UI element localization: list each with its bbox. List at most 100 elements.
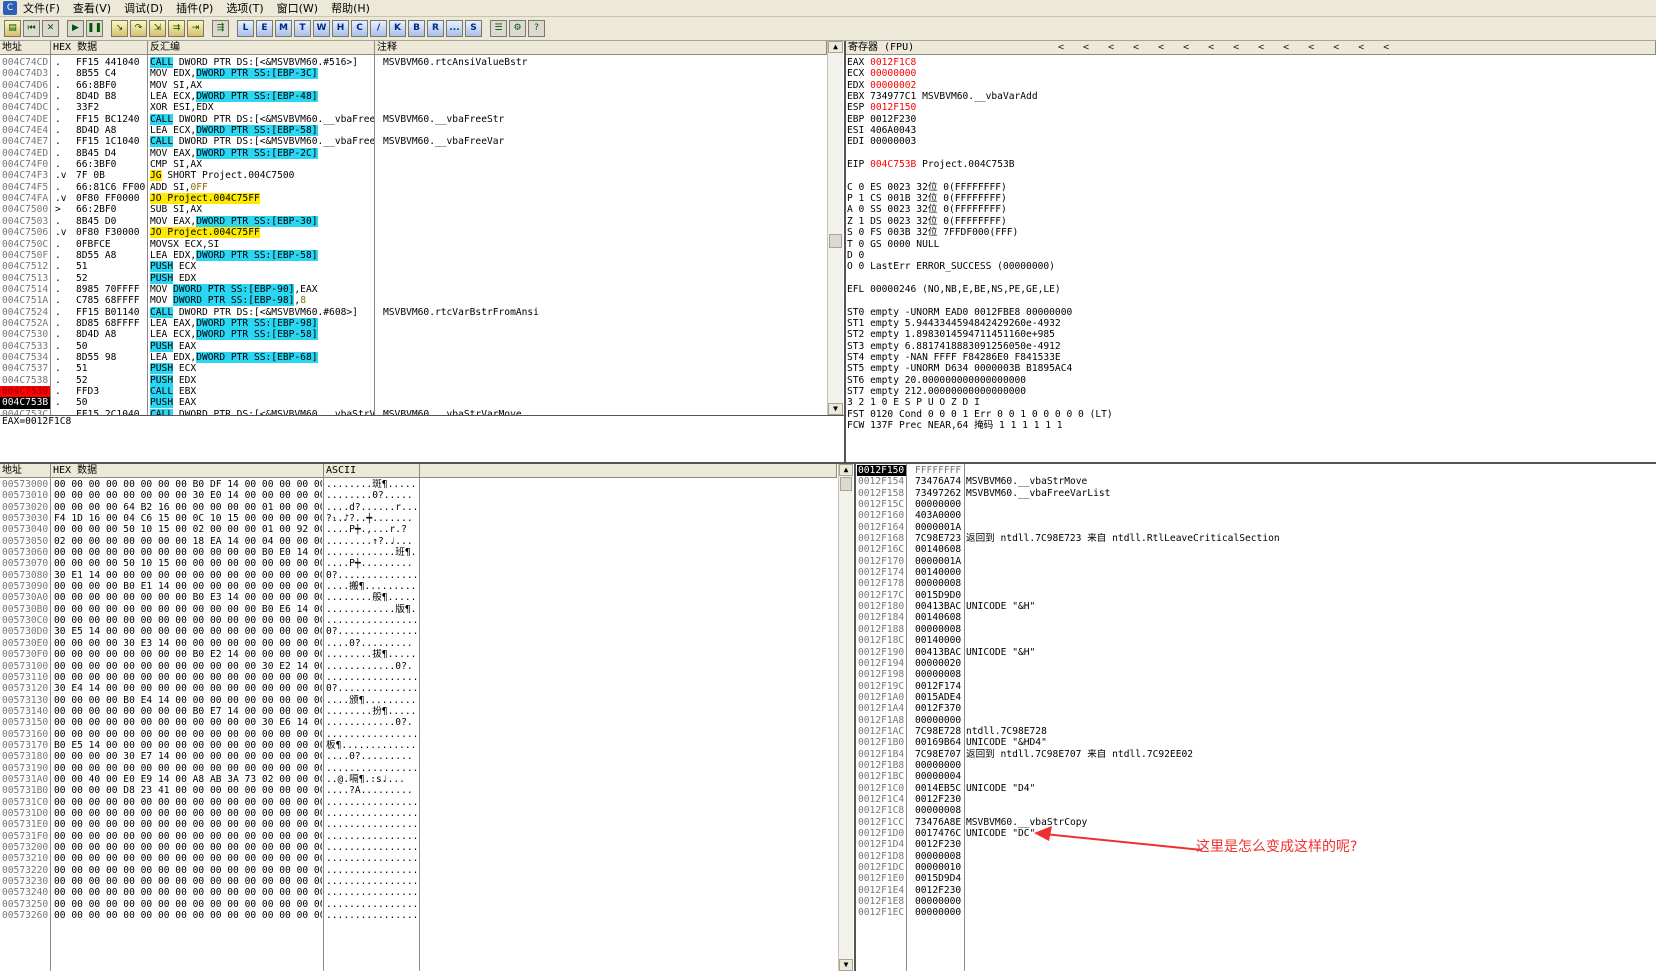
stack-row[interactable]: 0012F1DC 00000010 [856,862,1656,873]
stack-row[interactable]: 0012F1BC 00000004 [856,771,1656,782]
dump-row[interactable]: 00573220 00 00 00 00 00 00 00 00 00 00 00… [0,865,837,876]
stack-row[interactable]: 0012F1B8 00000000 [856,760,1656,771]
step-into-icon[interactable]: ↘ [111,20,128,37]
disasm-row[interactable]: 004C752A. 8D85 68FFFF LEA EAX,DWORD PTR SS… [0,317,827,329]
register-line[interactable]: T 0 GS 0000 NULL [847,239,1647,250]
dump-row[interactable]: 005730D0 30 E5 14 00 00 00 00 00 00 00 00… [0,626,837,637]
register-line[interactable]: ST4 empty -NAN FFFF F84286E0 F841533E [847,352,1647,363]
dump-row[interactable]: 00573100 00 00 00 00 00 00 00 00 00 00 00… [0,661,837,672]
col-header-hex[interactable]: HEX 数据 [51,41,148,55]
disasm-row[interactable]: 004C7537. 51 PUSH ECX [0,363,827,375]
register-line[interactable]: Z 1 DS 0023 32位 0(FFFFFFFF) [847,216,1647,227]
stack-row[interactable]: 0012F1CC 73476A8E MSVBVM60.__vbaStrCopy [856,817,1656,828]
dump-row[interactable]: 005731A0 00 00 40 00 E0 E9 14 00 A8 AB 3A… [0,774,837,785]
register-line[interactable]: EDX 00000002 [847,80,1647,91]
register-line[interactable]: ST3 empty 6.8817418883091256050e-4912 [847,341,1647,352]
stack-row[interactable]: 0012F1AC 7C98E728 ntdll.7C98E728 [856,726,1656,737]
dump-row[interactable]: 00573190 00 00 00 00 00 00 00 00 00 00 00… [0,763,837,774]
dump-header-address[interactable]: 地址 [0,464,51,478]
register-line[interactable]: ESI 406A0043 [847,125,1647,136]
stack-row[interactable]: 0012F184 00140608 [856,612,1656,623]
disasm-row[interactable]: 004C7512. 51 PUSH ECX [0,261,827,273]
disasm-row[interactable]: 004C74D3. 8B55 C4 MOV EDX,DWORD PTR SS:[EB… [0,68,827,80]
dump-row[interactable]: 00573110 00 00 00 00 00 00 00 00 00 00 00… [0,672,837,683]
stack-row[interactable]: 0012F170 0000001A [856,556,1656,567]
dump-row[interactable]: 005730C0 00 00 00 00 00 00 00 00 00 00 00… [0,615,837,626]
cpu-scrollbar[interactable]: ▲ ▼ [827,41,843,415]
disasm-row[interactable]: 004C7506 .v 0F80 F30000 JO Project.004C75FF [0,227,827,239]
toolbar-window-button[interactable]: / [370,20,387,37]
col-header-address[interactable]: 地址 [0,41,51,55]
disasm-row[interactable]: 004C74F0. 66:3BF0 CMP SI,AX [0,159,827,170]
disasm-row[interactable]: 004C74ED. 8B45 D4 MOV EAX,DWORD PTR SS:[EB… [0,147,827,159]
register-line[interactable]: ESP 0012F150 [847,102,1647,113]
toolbar-window-button[interactable]: ... [446,20,463,37]
dump-row[interactable]: 00573180 00 00 00 00 30 E7 14 00 00 00 00… [0,751,837,762]
register-line[interactable]: EFL 00000246 (NO,NB,E,BE,NS,PE,GE,LE) [847,284,1647,295]
register-line[interactable]: C 0 ES 0023 32位 0(FFFFFFFF) [847,182,1647,193]
stack-row[interactable]: 0012F178 00000008 [856,578,1656,589]
dump-row[interactable]: 005731F0 00 00 00 00 00 00 00 00 00 00 00… [0,831,837,842]
stack-row[interactable]: 0012F198 00000008 [856,669,1656,680]
register-line[interactable]: ST2 empty 1.8983014594711451160e+985 [847,329,1647,340]
disasm-row[interactable]: 004C74DE. FF15 BC1240 CALL DWORD PTR DS:[<… [0,113,827,125]
toolbar-window-button[interactable]: R [427,20,444,37]
disasm-row[interactable]: 004C7513. 52 PUSH EDX [0,272,827,284]
register-nav-arrows[interactable]: <<<<<<<<<<<<<< [1058,41,1408,54]
register-line[interactable] [847,148,1647,159]
dump-row[interactable]: 00573150 00 00 00 00 00 00 00 00 00 00 00… [0,717,837,728]
dump-header-ascii[interactable]: ASCII [324,464,420,478]
stack-row[interactable]: 0012F194 00000020 [856,658,1656,669]
stack-row[interactable]: 0012F1C4 0012F230 [856,794,1656,805]
dump-row[interactable]: 00573040 00 00 00 00 50 10 15 00 02 00 00… [0,524,837,535]
stack-row[interactable]: 0012F188 00000008 [856,624,1656,635]
stack-row[interactable]: 0012F15C 00000000 [856,499,1656,510]
stack-row[interactable]: 0012F1E8 00000000 [856,896,1656,907]
disasm-row[interactable]: 004C74E4. 8D4D A8 LEA ECX,DWORD PTR SS:[EB… [0,125,827,137]
stack-row[interactable]: 0012F18C 00140000 [856,635,1656,646]
dump-row[interactable]: 005731D0 00 00 00 00 00 00 00 00 00 00 00… [0,808,837,819]
register-line[interactable]: EBX 734977C1 MSVBVM60.__vbaVarAdd [847,91,1647,102]
register-line[interactable] [847,273,1647,284]
disasm-row[interactable]: 004C7514. 8985 70FFFF MOV DWORD PTR SS:[EB… [0,283,827,295]
stack-row[interactable]: 0012F168 7C98E723 返回到 ntdll.7C98E723 来自 nt… [856,533,1656,544]
trace-into-icon[interactable]: ⇲ [149,20,166,37]
register-line[interactable]: ST1 empty 5.9443344594842429260e-4932 [847,318,1647,329]
dump-row[interactable]: 00573140 00 00 00 00 00 00 00 00 B0 E7 14… [0,706,837,717]
toolbar-window-button[interactable]: M [275,20,292,37]
register-line[interactable]: ECX 00000000 [847,68,1647,79]
trace-over-icon[interactable]: ⇉ [168,20,185,37]
disasm-row[interactable]: 004C751A. C785 68FFFF MOV DWORD PTR SS:[EB… [0,295,827,307]
dump-row[interactable]: 00573130 00 00 00 00 B0 E4 14 00 00 00 00… [0,695,837,706]
stack-row[interactable]: 0012F1A8 00000000 [856,715,1656,726]
disasm-row[interactable]: 004C7539. FFD3 CALL EBX [0,385,827,398]
dump-row[interactable]: 005730B0 00 00 00 00 00 00 00 00 00 00 00… [0,604,837,615]
toolbar-window-button[interactable]: B [408,20,425,37]
register-line[interactable]: ST5 empty -UNORM D634 0000003B B1895AC4 [847,363,1647,374]
toolbar-window-button[interactable]: S [465,20,482,37]
open-file-icon[interactable]: ▤ [4,20,21,37]
dump-row[interactable]: 00573120 30 E4 14 00 00 00 00 00 00 00 00… [0,683,837,694]
dump-row[interactable]: 005730F0 00 00 00 00 00 00 00 00 B0 E2 14… [0,649,837,660]
register-line[interactable]: ST0 empty -UNORM EAD0 0012FBE8 00000000 [847,307,1647,318]
dump-row[interactable]: 00573010 00 00 00 00 00 00 00 00 30 E0 14… [0,490,837,501]
menu-item[interactable]: 选项(T) [226,0,263,16]
register-line[interactable]: 3 2 1 0 E S P U O Z D I [847,397,1647,408]
disasm-row[interactable]: 004C74F5. 66:81C6 FF00 ADD SI,0FF [0,182,827,193]
toolbar-window-button[interactable]: L [237,20,254,37]
menu-item[interactable]: 查看(V) [73,0,111,16]
options-list-icon[interactable]: ☰ [490,20,507,37]
stack-row[interactable]: 0012F1C8 00000008 [856,805,1656,816]
disassembly-list[interactable]: 004C74CD. FF15 441040 CALL DWORD PTR DS:[<… [0,57,827,415]
dump-row[interactable]: 00573230 00 00 00 00 00 00 00 00 00 00 00… [0,876,837,887]
register-line[interactable] [847,170,1647,181]
stack-row[interactable]: 0012F1C0 0014EB5C UNICODE "D4" [856,783,1656,794]
close-icon[interactable]: ✕ [42,20,59,37]
stack-row[interactable]: 0012F160 403A0000 [856,510,1656,521]
disasm-row[interactable]: 004C74F3 .v 7F 0B JG SHORT Project.004C7500 [0,170,827,182]
stack-row[interactable]: 0012F1B4 7C98E707 返回到 ntdll.7C98E707 来自 nt… [856,749,1656,760]
disasm-row[interactable]: 004C7500 >66:2BF0 SUB SI,AX [0,204,827,215]
stack-row[interactable]: 0012F164 0000001A [856,522,1656,533]
register-line[interactable]: EAX 0012F1C8 [847,57,1647,68]
dump-row[interactable]: 00573240 00 00 00 00 00 00 00 00 00 00 00… [0,887,837,898]
